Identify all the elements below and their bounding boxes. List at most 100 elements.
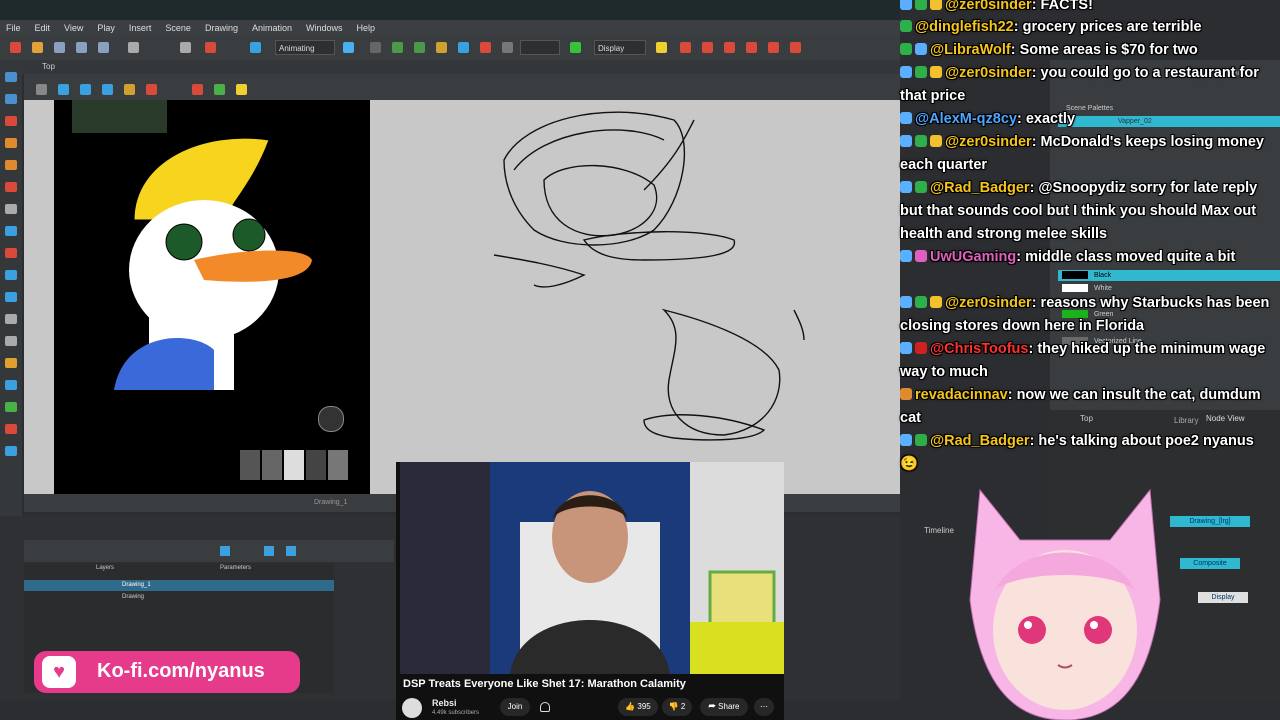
frame-field[interactable] — [520, 40, 560, 55]
hand-tool-icon[interactable] — [5, 314, 17, 324]
peg-icon[interactable] — [502, 42, 513, 53]
drawing-mode-icon[interactable] — [80, 84, 91, 95]
video-frame[interactable] — [400, 462, 784, 674]
wrench-icon — [900, 434, 912, 446]
more-options-icon[interactable]: ⋯ — [754, 698, 774, 716]
thumbnail[interactable] — [284, 450, 304, 480]
onion-next-icon[interactable] — [724, 42, 735, 53]
bell-icon[interactable] — [540, 702, 550, 712]
frame-icon[interactable] — [436, 42, 447, 53]
menu-file[interactable]: File — [6, 23, 21, 33]
wrench-icon — [900, 135, 912, 147]
chat-username: @zer0sinder — [945, 65, 1032, 81]
zoom-tool-icon[interactable] — [5, 336, 17, 346]
node-icon[interactable] — [458, 42, 469, 53]
menu-animation[interactable]: Animation — [252, 23, 292, 33]
thumbnail[interactable] — [328, 450, 348, 480]
menu-windows[interactable]: Windows — [306, 23, 343, 33]
layer-icon[interactable] — [58, 84, 69, 95]
pivot-tool-icon[interactable] — [5, 380, 17, 390]
contour-tool-icon[interactable] — [5, 94, 17, 104]
onion-off-icon[interactable] — [768, 42, 779, 53]
mode-menu-icon[interactable] — [343, 42, 354, 53]
loop-icon[interactable] — [264, 546, 274, 556]
open-icon[interactable] — [32, 42, 43, 53]
layer-row[interactable]: Drawing_1 — [24, 580, 334, 591]
grid-icon[interactable] — [370, 42, 381, 53]
shape-tool-icon[interactable] — [5, 226, 17, 236]
chat-username: @zer0sinder — [945, 0, 1032, 13]
ok-icon[interactable] — [570, 42, 581, 53]
flip-icon[interactable] — [146, 84, 157, 95]
menu-play[interactable]: Play — [97, 23, 115, 33]
menu-scene[interactable]: Scene — [165, 23, 191, 33]
channel-name[interactable]: Rebsi — [432, 698, 457, 708]
delete-icon[interactable] — [205, 42, 216, 53]
ink-tool-icon[interactable] — [5, 248, 17, 258]
lightbulb-icon[interactable] — [236, 84, 247, 95]
undo-icon[interactable] — [128, 42, 139, 53]
dropper-tool-icon[interactable] — [5, 446, 17, 456]
menu-help[interactable]: Help — [357, 23, 376, 33]
paint-tool-icon[interactable] — [5, 182, 17, 192]
pencil-tool-icon[interactable] — [5, 138, 17, 148]
chat-message: @AlexM-qz8cy: exactly — [900, 108, 1275, 131]
library-icon[interactable] — [250, 42, 261, 53]
thumbnail[interactable] — [262, 450, 282, 480]
wrench-icon — [900, 66, 912, 78]
light-icon[interactable] — [656, 42, 667, 53]
dislike-button[interactable]: 👎 2 — [662, 698, 692, 716]
menu-edit[interactable]: Edit — [35, 23, 51, 33]
timeline-toolbar — [24, 540, 394, 562]
select-tool-icon[interactable] — [5, 72, 17, 82]
transform-tool-icon[interactable] — [5, 270, 17, 280]
thumbnail[interactable] — [306, 450, 326, 480]
layers-column-header: Layers — [96, 565, 115, 571]
onion-all-icon[interactable] — [746, 42, 757, 53]
eraser-tool-icon[interactable] — [5, 160, 17, 170]
youtube-icon — [915, 434, 927, 446]
camera-icon[interactable] — [480, 42, 491, 53]
render-icon[interactable] — [98, 42, 109, 53]
thumbnail[interactable] — [240, 450, 260, 480]
save-icon[interactable] — [54, 42, 65, 53]
layer-row[interactable]: Drawing — [24, 592, 334, 603]
menu-drawing[interactable]: Drawing — [205, 23, 238, 33]
onion-prev-icon[interactable] — [702, 42, 713, 53]
node-display[interactable]: Display — [1198, 592, 1248, 603]
youtube-icon — [930, 66, 942, 78]
pot-tool-icon[interactable] — [5, 424, 17, 434]
text-tool-icon[interactable] — [5, 204, 17, 214]
align-icon[interactable] — [392, 42, 403, 53]
rotate-tool-icon[interactable] — [5, 358, 17, 368]
cutter-tool-icon[interactable] — [5, 292, 17, 302]
kofi-link-text[interactable]: Ko-fi.com/nyanus — [97, 660, 265, 683]
brush-tool-icon[interactable] — [5, 116, 17, 126]
channel-avatar[interactable] — [402, 698, 422, 718]
play-icon[interactable] — [220, 546, 230, 556]
pen-tool-icon[interactable] — [5, 402, 17, 412]
lock-icon[interactable] — [124, 84, 135, 95]
new-icon[interactable] — [10, 42, 21, 53]
cut-icon[interactable] — [180, 42, 191, 53]
like-button[interactable]: 👍 395 — [618, 698, 658, 716]
reset-view-icon[interactable] — [36, 84, 47, 95]
distribute-icon[interactable] — [414, 42, 425, 53]
share-button[interactable]: ⮫ Share — [700, 698, 748, 716]
drawing-canvas[interactable] — [24, 100, 900, 498]
mode-dropdown[interactable]: Animating — [275, 40, 335, 55]
menu-view[interactable]: View — [64, 23, 83, 33]
onion-skin-icon[interactable] — [680, 42, 691, 53]
video-title[interactable]: DSP Treats Everyone Like Shet 17: Marath… — [403, 678, 686, 690]
camera-icon[interactable] — [318, 406, 344, 432]
display-dropdown[interactable]: Display — [594, 40, 646, 55]
color-icon[interactable] — [214, 84, 225, 95]
sound-icon[interactable] — [286, 546, 296, 556]
pencil-mode-icon[interactable] — [192, 84, 203, 95]
export-icon[interactable] — [76, 42, 87, 53]
join-button[interactable]: Join — [500, 698, 530, 716]
onion-reset-icon[interactable] — [790, 42, 801, 53]
menu-insert[interactable]: Insert — [129, 23, 152, 33]
tab-top[interactable]: Top — [42, 62, 55, 71]
overlay-icon[interactable] — [102, 84, 113, 95]
